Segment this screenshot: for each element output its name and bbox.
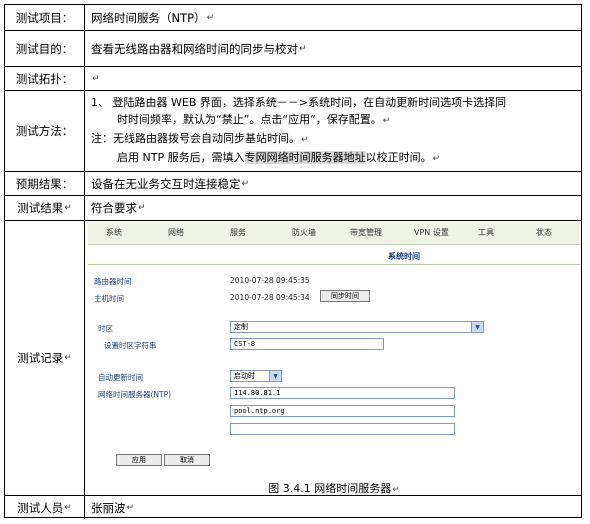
highlighted-server-address-text: 专网网络时间服务器地址: [244, 151, 366, 164]
paragraph-mark-icon: ↵: [241, 178, 250, 189]
nav-system[interactable]: 系统: [106, 227, 122, 238]
label-text: 测试方法：: [15, 124, 74, 138]
router-time-label: 路由器时间: [94, 277, 132, 286]
method-line-3: 注：无线路由器拨号会自动同步基站时间。↵: [91, 130, 581, 149]
timezone-select[interactable]: 定制 ▼: [230, 321, 484, 333]
row-test-purpose: 测试目的： 查看无线路由器和网络时间的同步与校对 ↵: [5, 31, 581, 67]
label-test-result: 测试结果 ↵: [5, 196, 85, 220]
paragraph-mark-icon: ↵: [206, 12, 215, 23]
label-text: 测试结果: [17, 201, 64, 215]
paragraph-mark-icon: ↵: [382, 116, 391, 126]
value-expected-result: 设备在无业务交互时连接稳定 ↵: [85, 172, 581, 195]
value-text: 张丽波: [91, 500, 126, 515]
value-test-result: 符合要求 ↵: [85, 196, 581, 220]
method-line-2: 时时间频率，默认为“禁止”。点击“应用”，保存配置。↵: [91, 111, 581, 130]
row-test-topology: 测试拓扑： ↵: [5, 67, 581, 91]
host-time-value: 2010-07-28 09:45:34: [230, 293, 310, 302]
method-line-4-text: 启用 NTP 服务后，需填入: [117, 151, 245, 164]
nav-bandwidth[interactable]: 带宽管理: [350, 227, 382, 238]
value-text: 查看无线路由器和网络时间的同步与校对: [91, 41, 298, 56]
nav-service[interactable]: 服务: [230, 227, 246, 238]
paragraph-mark-icon: ↵: [126, 502, 135, 513]
value-text: 符合要求: [91, 201, 137, 215]
label-tester: 测试人员 ↵: [5, 496, 85, 519]
method-line-3-text: 注：无线路由器拨号会自动同步基站时间。: [91, 132, 300, 145]
tz-string-input[interactable]: CST-8: [230, 338, 384, 350]
label-test-topology: 测试拓扑：: [5, 67, 85, 90]
value-text: 网络时间服务（NTP）: [91, 10, 206, 25]
label-text: 预期结果：: [15, 176, 74, 191]
ntp-server-input-1-value: 114.80.81.1: [234, 389, 281, 397]
row-test-item: 测试项目： 网络时间服务（NTP） ↵: [5, 5, 581, 31]
auto-update-select[interactable]: 启动时 ▼: [230, 370, 282, 382]
ntp-server-input-3[interactable]: [230, 423, 455, 435]
paragraph-mark-icon: ↵: [138, 203, 146, 213]
nav-firewall[interactable]: 防火墙: [292, 227, 316, 238]
row-tester: 测试人员 ↵ 张丽波 ↵: [5, 496, 581, 519]
paragraph-mark-icon: ↵: [64, 353, 72, 363]
nav-status[interactable]: 状态: [536, 227, 552, 238]
label-text: 测试项目：: [15, 10, 74, 25]
value-text: 设备在无业务交互时连接稳定: [91, 176, 241, 191]
label-test-item: 测试项目：: [5, 5, 85, 30]
apply-button[interactable]: 应用: [116, 454, 162, 466]
method-line-1: 1、 登陆路由器 WEB 界面，选择系统－－>系统时间，在自动更新时间选项卡选择…: [91, 94, 581, 111]
value-test-purpose: 查看无线路由器和网络时间的同步与校对 ↵: [85, 31, 581, 66]
paragraph-mark-icon: ↵: [392, 485, 400, 495]
method-line-4: 启用 NTP 服务后，需填入专网网络时间服务器地址以校正时间。↵: [91, 149, 581, 168]
label-test-record: 测试记录 ↵: [5, 221, 85, 495]
row-expected-result: 预期结果： 设备在无业务交互时连接稳定 ↵: [5, 172, 581, 196]
row-test-method: 测试方法： 1、 登陆路由器 WEB 界面，选择系统－－>系统时间，在自动更新时…: [5, 91, 581, 172]
label-test-purpose: 测试目的：: [5, 31, 85, 66]
value-test-method: 1、 登陆路由器 WEB 界面，选择系统－－>系统时间，在自动更新时间选项卡选择…: [85, 91, 581, 171]
value-test-item: 网络时间服务（NTP） ↵: [85, 5, 581, 30]
tz-string-input-value: CST-8: [234, 340, 256, 348]
nav-tools[interactable]: 工具: [478, 227, 494, 238]
chevron-down-icon[interactable]: ▼: [471, 322, 483, 332]
paragraph-mark-icon: ↵: [64, 203, 72, 213]
label-test-method: 测试方法：: [5, 91, 85, 171]
nav-vpn[interactable]: VPN 设置: [414, 227, 449, 238]
value-tester: 张丽波 ↵: [85, 496, 581, 519]
figure-caption: 图 3.4.1 网络时间服务器↵: [88, 480, 580, 496]
paragraph-mark-icon: ↵: [301, 135, 309, 145]
nav-network[interactable]: 网络: [168, 227, 184, 238]
paragraph-mark-icon: ↵: [299, 43, 307, 54]
figure-caption-text: 图 3.4.1 网络时间服务器: [268, 482, 392, 495]
auto-update-label: 自动更新时间: [98, 373, 143, 382]
method-line-2-text: 时时间频率，默认为“禁止”。点击“应用”，保存配置。: [117, 113, 382, 126]
cancel-button[interactable]: 取消: [164, 454, 210, 466]
label-text: 测试目的：: [15, 41, 74, 56]
ntp-server-input-1[interactable]: 114.80.81.1: [230, 387, 455, 399]
router-nav-bar: 系统 网络 服务 防火墙 带宽管理 VPN 设置 工具 状态: [88, 222, 580, 245]
ntp-server-input-2[interactable]: pool.ntp.org: [230, 405, 455, 417]
value-test-topology: ↵: [85, 67, 581, 90]
label-text: 测试记录: [17, 351, 64, 365]
paragraph-mark-icon: ↵: [432, 154, 441, 164]
divider: [88, 264, 580, 265]
timezone-label: 时区: [98, 324, 113, 333]
router-time-value: 2010-07-28 09:45:35: [230, 276, 310, 285]
router-screenshot: 系统 网络 服务 防火墙 带宽管理 VPN 设置 工具 状态 系统时间 路由器时…: [88, 222, 580, 495]
method-line-4-tail: 以校正时间。: [365, 151, 432, 164]
chevron-down-icon[interactable]: ▼: [269, 371, 281, 381]
row-test-result: 测试结果 ↵ 符合要求 ↵: [5, 196, 581, 221]
tz-string-label: 设置时区字符串: [104, 341, 157, 350]
sync-time-button[interactable]: 同步时间: [320, 290, 370, 302]
method-line-1-text: 1、 登陆路由器 WEB 界面，选择系统－－>系统时间，在自动更新时间选项卡选择…: [91, 96, 507, 109]
ntp-server-input-2-value: pool.ntp.org: [234, 407, 285, 415]
paragraph-mark-icon: ↵: [92, 73, 100, 84]
host-time-label: 主机时间: [94, 294, 124, 303]
timezone-select-value: 定制: [234, 323, 248, 331]
auto-update-select-value: 启动时: [234, 372, 255, 380]
label-text: 测试人员: [17, 500, 64, 515]
ntp-server-label: 网络时间服务器(NTP): [98, 390, 172, 399]
paragraph-mark-icon: ↵: [64, 502, 72, 513]
label-expected-result: 预期结果：: [5, 172, 85, 195]
label-text: 测试拓扑：: [15, 71, 74, 86]
router-page-title: 系统时间: [388, 252, 420, 261]
